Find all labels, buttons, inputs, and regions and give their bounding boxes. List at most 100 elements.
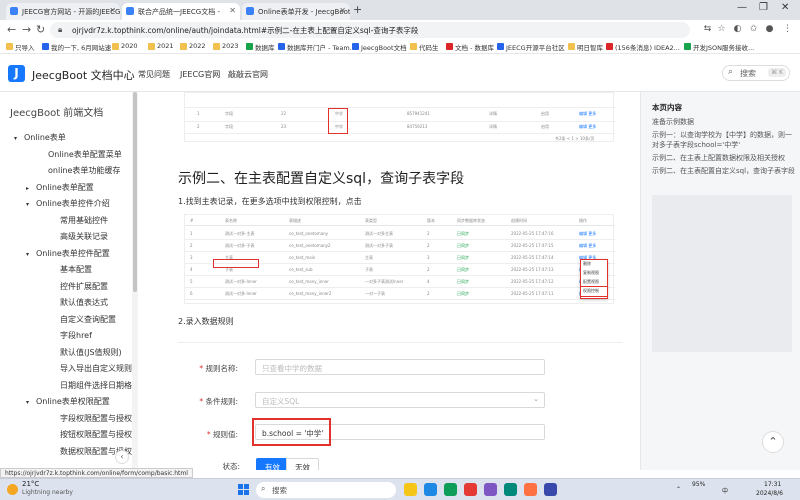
sidebar-item[interactable]: ▾ Online表单控件配置 [26,248,110,259]
new-tab-icon[interactable]: + [353,3,362,16]
nav-link-qiaoqiao[interactable]: 敲敲云官网 [228,69,268,80]
bookmark-item[interactable]: 2020 [112,42,138,50]
reload-icon[interactable]: ↻ [36,23,45,36]
sidebar-item[interactable]: ▾ Online表单权限配置 [26,396,110,407]
tab-close-icon[interactable]: ✕ [109,6,116,15]
favorites-icon[interactable]: ✩ [748,24,759,35]
bookmark-item[interactable]: 2023 [213,42,239,50]
bookmark-item[interactable]: 代码生 [410,42,439,52]
weather-icon[interactable] [7,484,18,495]
clock-date[interactable]: 2024/8/6 [756,490,783,497]
sidebar-item[interactable]: ▸ Online表单配置 [26,182,94,193]
table-header-cell: # [190,218,194,223]
sidebar-item[interactable]: 高级关联记录 [50,231,108,242]
edge-browser-icon[interactable] [424,483,437,496]
sidebar-item[interactable]: 日期组件选择日期格式 [50,380,137,391]
taskbar-search-input[interactable]: ⌕ 搜索 [256,482,396,498]
sidebar-item[interactable]: Online表单配置菜单 [38,149,122,160]
battery-level[interactable]: 95% [692,481,705,488]
input-language[interactable]: 中 [722,486,728,495]
forward-icon[interactable]: → [22,23,31,36]
condition-select[interactable]: 自定义SQL ⌄ [255,392,545,408]
browser-tab-active[interactable]: 联合产品统一JEECG文档 - ✕ [122,3,240,20]
back-icon[interactable]: ← [7,23,16,36]
site-title[interactable]: JeecgBoot 文档中心 [32,67,135,83]
sidebar-item[interactable]: ▾ Online表单控件介绍 [26,198,110,209]
toc-item[interactable]: 示例二、在主表配置自定义sql，查询子表字段 [652,166,797,176]
url-input[interactable]: 🔒︎ ojrjvdr7z.k.topthink.com/online/auth/… [50,22,690,38]
status-valid-button[interactable]: 有效 [256,458,289,470]
bookmark-item[interactable]: 数据库开门户 - Team... [278,42,356,52]
jeecg-logo-icon[interactable]: J [8,65,25,82]
sidebar-item[interactable]: 导入导出自定义规则 [50,363,132,374]
bookmark-item[interactable]: 只导入 [6,42,35,52]
sidebar-item[interactable]: 控件扩展配置 [50,281,108,292]
sidebar-item[interactable]: 字段权限配置与授权 [50,413,132,424]
maximize-icon[interactable]: ❐ [759,2,768,13]
tab-close-icon[interactable]: ✕ [229,6,236,15]
app-icon[interactable] [524,483,537,496]
rail-card [652,195,792,352]
table-cell: 已同步 [457,267,469,272]
tab-close-icon[interactable]: ✕ [339,6,346,15]
toc-item[interactable]: 示例二、在主表上配置数据权限及相关授权 [652,153,797,163]
sidebar-item[interactable]: 自定义查询配置 [50,314,116,325]
app-icon[interactable] [464,483,477,496]
sidebar-scrollbar[interactable] [132,92,138,470]
window-close-icon[interactable]: ✕ [781,2,789,13]
bookmark-item[interactable]: 明日智库 [568,42,603,52]
app-icon[interactable] [504,483,517,496]
profile-icon[interactable]: ● [764,24,775,35]
bookmark-item[interactable]: JEECG开源平台社区 [497,42,565,52]
bookmark-star-icon[interactable]: ☆ [716,24,727,35]
bookmark-item[interactable]: 数据库 [246,42,275,52]
sidebar-item[interactable]: 按钮权限配置与授权 [50,429,132,440]
minimize-icon[interactable]: — [737,2,747,13]
nav-link-jeecg[interactable]: JEECG官网 [180,69,220,80]
bookmark-item[interactable]: 文档 - 数据库 [446,42,494,52]
sidebar-item[interactable]: 默认值(JS值规则) [50,347,122,358]
url-text: ojrjvdr7z.k.topthink.com/online/auth/joi… [72,26,419,35]
site-search-input[interactable]: ⌕ 搜索 ⌘ K [722,65,790,81]
bookmark-item[interactable]: (156条消息) IDEA2... [606,42,680,52]
rule-name-input[interactable]: 只查看中学的数据 [255,359,545,375]
extension-icon[interactable]: ◐ [732,24,743,35]
app-icon[interactable] [484,483,497,496]
bookmark-item[interactable]: JeecgBoot文档 [352,42,407,52]
bookmark-item[interactable]: 我的一下, 6月网站速 [42,42,111,52]
windows-start-icon[interactable] [238,484,250,496]
tray-chevron-icon[interactable]: ⌃ [676,486,681,493]
sidebar-item[interactable]: ▾ Online表单 [14,132,66,143]
chevron-down-icon: ⌄ [533,395,539,403]
app-icon[interactable] [444,483,457,496]
scrollbar-thumb[interactable] [133,92,137,292]
toc-item[interactable]: 示例一：以查询学校为【中学】的数据，则一对多子表字段school='中学' [652,130,797,150]
toc-item[interactable]: 准备示例数据 [652,117,797,127]
sidebar-item-label: 控件扩展配置 [60,281,108,291]
table-divider [185,251,615,252]
table-cell: 6 [190,291,193,296]
weather-desc[interactable]: Lightning nearby [22,489,73,496]
sidebar-item[interactable]: 常用基础控件 [50,215,108,226]
table-cell: ce_test_many_inner2 [289,291,332,296]
sidebar-collapse-icon[interactable]: ‹ [115,450,129,464]
app-icon[interactable] [544,483,557,496]
sidebar-item[interactable]: 默认值表达式 [50,297,108,308]
nav-link-faq[interactable]: 常见问题 [138,69,170,80]
site-header: J JeecgBoot 文档中心 常见问题 JEECG官网 敲敲云官网 ⌕ 搜索… [0,55,800,92]
status-invalid-button[interactable]: 无效 [286,458,319,470]
sidebar-item[interactable]: 字段href [50,330,92,341]
bookmark-item[interactable]: 2021 [148,42,174,50]
back-to-top-icon[interactable]: ⌃ [762,431,784,453]
sidebar-item[interactable]: 基本配置 [50,264,92,275]
browser-tab[interactable]: JEECG官方网站 - 开源的JEECG ✕ [6,3,120,20]
sidebar-item[interactable]: online表单功能缓存 [38,165,120,176]
browser-tab[interactable]: Online表单开发 - JeecgBoot 文 ✕ [242,3,350,20]
bookmark-item[interactable]: 开发JSON服务接收... [684,42,754,52]
browser-menu-icon[interactable]: ⋮ [782,24,793,35]
clock-time[interactable]: 17:31 [764,481,781,488]
bookmark-item[interactable]: 2022 [180,42,206,50]
file-explorer-icon[interactable] [404,483,417,496]
weather-temp[interactable]: 21°C [22,480,39,488]
translate-icon[interactable]: ⇆ [702,24,713,35]
